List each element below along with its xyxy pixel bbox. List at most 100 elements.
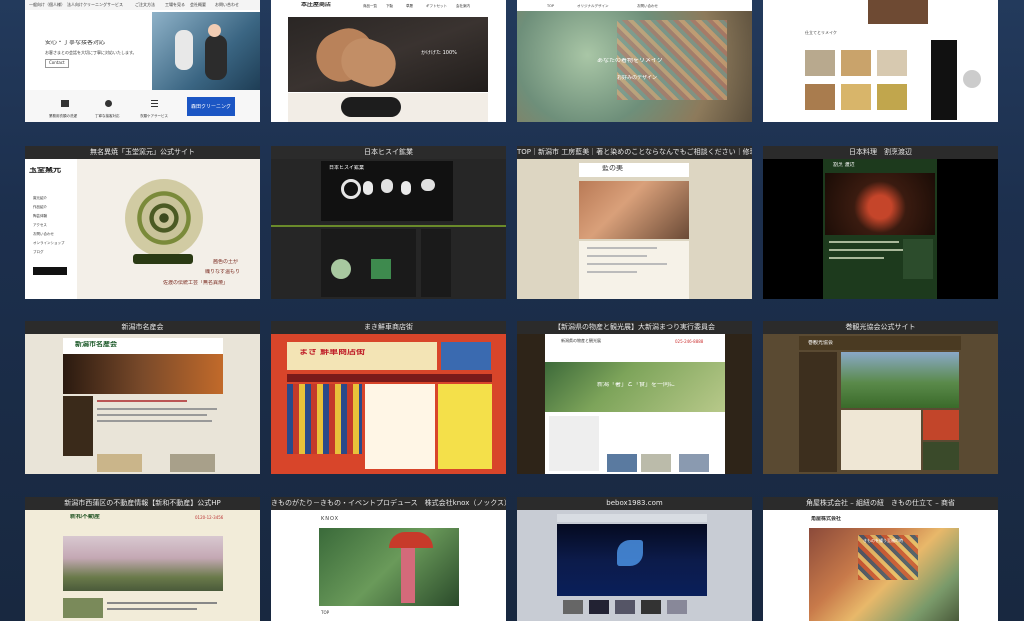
tile-title: 日本料理 割烹渡辺 (763, 146, 998, 159)
brand-banner-text: 森田クリーニング (191, 104, 232, 110)
site-tile-kadoya[interactable]: 角屋株式会社 – 組紐の紐 きもの仕立て – 商省 角屋株式会社 きものを纏う至… (763, 497, 998, 621)
hero-photo (579, 181, 689, 239)
site-thumbnail: 藍の美 (517, 159, 752, 299)
sidebar-item[interactable]: お問い合わせ (33, 231, 54, 237)
hero-caption: 織りなす温もり (205, 269, 241, 275)
nav-item: 会社概要 (190, 2, 206, 7)
hero-photo (63, 536, 223, 591)
nav-item: 一般向け（個人様） (29, 2, 65, 7)
site-tile-bussan[interactable]: 【新潟県の物産と観光展】大新潟まつり実行委員会 新潟県の物産と観光展 025-2… (517, 321, 752, 474)
site-thumbnail: 割烹 渡辺 (763, 159, 998, 299)
sidebar-item[interactable]: ブログ (33, 249, 44, 255)
site-thumbnail: 本庄屋商店 商品一覧 下駄 草履 ギフトセット 会社案内 かけげた 100% (271, 0, 506, 122)
site-tile-mumyoi[interactable]: 無名異焼「玉堂窯元」公式サイト 玉堂窯元 窯元紹介 作品紹介 陶芸体験 アクセス… (25, 146, 260, 299)
site-tile-hisui[interactable]: 日本ヒスイ鉱業 日本ヒスイ鉱業 (271, 146, 506, 299)
feature-label: 業務用衣類の洗濯 (49, 114, 77, 118)
hero-plate (125, 179, 203, 257)
nav-item: 商品一覧 (363, 4, 377, 8)
hero-caption: 茜色の土が (213, 259, 239, 265)
site-thumbnail: 仕立てとリメイク (763, 0, 998, 122)
website-thumbnail-grid: 一般向け（個人様） 法人向けクリーニングサービス ご注文方法 工場を見る 会社概… (0, 0, 1024, 621)
site-thumbnail: 日本ヒスイ鉱業 (271, 159, 506, 299)
hero-photo (825, 173, 935, 235)
nav-item[interactable]: TOP (321, 610, 329, 616)
site-tile-cleaning[interactable]: 一般向け（個人様） 法人向けクリーニングサービス ご注文方法 工場を見る 会社概… (25, 0, 260, 122)
hero-photo (319, 528, 459, 606)
site-logo: まき 鮮車商店街 (299, 349, 366, 355)
sidebar-item[interactable]: アクセス (33, 222, 47, 228)
site-logo: 新潟市名産会 (75, 341, 117, 347)
feature-label: 丁寧な接客対応 (95, 114, 120, 118)
site-thumbnail: KNOX TOP (271, 510, 506, 621)
site-logo: 割烹 渡辺 (833, 162, 855, 168)
tile-title: 【新潟県の物産と観光展】大新潟まつり実行委員会 (517, 321, 752, 334)
site-tile-geta[interactable]: 本庄屋商店 商品一覧 下駄 草履 ギフトセット 会社案内 かけげた 100% (271, 0, 506, 122)
nav-item: 工場を見る (165, 2, 185, 7)
hero-photo (63, 354, 223, 394)
hero-caption: きものを纏う至福の時 (863, 538, 903, 543)
nav-item: ご注文方法 (135, 2, 155, 7)
hero-caption: 新潟「暑」と「食」を一同に (597, 382, 676, 388)
hero-heading: 安心・丁寧な接客対応 (45, 40, 106, 46)
site-tile-maki-kanko[interactable]: 巻観光協会公式サイト 巻観光協会 (763, 321, 998, 474)
site-tile-meisankai[interactable]: 新潟市名産会 新潟市名産会 (25, 321, 260, 474)
site-logo: KNOX (321, 516, 340, 522)
tile-title: 新潟市西蒲区の不動産情報【新和不動産】公式HP (25, 497, 260, 510)
nav-item: ギフトセット (426, 4, 447, 8)
tile-title: 日本ヒスイ鉱業 (271, 146, 506, 159)
nav-item: 草履 (406, 4, 413, 8)
site-tile-tailoring[interactable]: 仕立てとリメイク (763, 0, 998, 122)
site-logo: 新和不動産 (70, 514, 101, 520)
nav-item: 下駄 (386, 4, 393, 8)
tile-title: 無名異焼「玉堂窯元」公式サイト (25, 146, 260, 159)
site-tile-watanabe[interactable]: 日本料理 割烹渡辺 割烹 渡辺 (763, 146, 998, 299)
site-thumbnail: まき 鮮車商店街 (271, 334, 506, 474)
tile-title: まき鮮車商店街 (271, 321, 506, 334)
site-thumbnail: 新潟県の物産と観光展 025-246-8888 新潟「暑」と「食」を一同に (517, 334, 752, 474)
hero-text: お客さまとの会話を大切に丁寧に対応いたします。 (45, 50, 137, 55)
sidebar-item[interactable]: 作品紹介 (33, 204, 47, 210)
site-tile-kimono-remake[interactable]: TOP オリジナルデザイン お問い合わせ あなたの着物をリメイク お好みのデザイ… (517, 0, 752, 122)
nav-item: TOP (547, 4, 555, 8)
nav-item: 法人向けクリーニングサービス (67, 2, 123, 7)
site-tile-shinwa-fudosan[interactable]: 新潟市西蒲区の不動産情報【新和不動産】公式HP 新和不動産 0120-12-34… (25, 497, 260, 621)
nav-item: お問い合わせ (637, 4, 658, 8)
site-tile-bebox[interactable]: bebox1983.com (517, 497, 752, 621)
site-thumbnail: 一般向け（個人様） 法人向けクリーニングサービス ご注文方法 工場を見る 会社概… (25, 0, 260, 122)
site-logo: 巻観光協会 (808, 340, 834, 346)
site-thumbnail: 玉堂窯元 窯元紹介 作品紹介 陶芸体験 アクセス お問い合わせ オンラインショッ… (25, 159, 260, 299)
site-thumbnail: 巻観光協会 (763, 334, 998, 474)
contact-button[interactable]: Contact (49, 60, 65, 66)
tile-title: きものがたり－きもの・イベントプロデュース 株式会社knox（ノックス） (271, 497, 506, 510)
sidebar-item[interactable]: 陶芸体験 (33, 213, 47, 219)
site-tile-aibi[interactable]: TOP｜新潟市 工房藍美｜著と染めのことならなんでもご相談ください｜修理か… 藍… (517, 146, 752, 299)
tile-title: 新潟市名産会 (25, 321, 260, 334)
site-thumbnail: TOP オリジナルデザイン お問い合わせ あなたの着物をリメイク お好みのデザイ… (517, 0, 752, 122)
nav-item: 会社案内 (456, 4, 470, 8)
site-logo: 玉堂窯元 (29, 167, 61, 173)
hero-caption: かけげた 100% (421, 50, 457, 56)
site-logo: 藍の美 (602, 165, 623, 171)
site-logo: 新潟県の物産と観光展 (561, 338, 601, 343)
site-thumbnail: 新和不動産 0120-12-3456 (25, 510, 260, 621)
hero-caption: 佐渡の伝統工芸「無名異焼」 (163, 280, 229, 286)
site-logo: 日本ヒスイ鉱業 (329, 165, 365, 171)
sidebar-item[interactable]: 窯元紹介 (33, 195, 47, 201)
hero-photo (841, 352, 959, 408)
site-logo: 本庄屋商店 (301, 2, 332, 8)
sidebar-item[interactable]: オンラインショップ (33, 240, 65, 246)
site-thumbnail: 角屋株式会社 きものを纏う至福の時 (763, 510, 998, 621)
site-logo: 角屋株式会社 (811, 516, 842, 522)
section-title: 仕立てとリメイク (805, 30, 837, 35)
hero-photo (287, 384, 362, 454)
tile-title: 角屋株式会社 – 組紐の紐 きもの仕立て – 商省 (763, 497, 998, 510)
site-thumbnail: 新潟市名産会 (25, 334, 260, 474)
hero-caption: あなたの着物をリメイク (597, 58, 663, 64)
nav-item: お問い合わせ (215, 2, 239, 7)
site-tile-knox[interactable]: きものがたり－きもの・イベントプロデュース 株式会社knox（ノックス） KNO… (271, 497, 506, 621)
list-icon (151, 100, 158, 107)
site-tile-maki-shopping[interactable]: まき鮮車商店街 まき 鮮車商店街 (271, 321, 506, 474)
feature-label: 衣類ケアサービス (140, 114, 168, 118)
phone-number: 025-246-8888 (675, 339, 704, 344)
nav-item: オリジナルデザイン (577, 4, 609, 8)
